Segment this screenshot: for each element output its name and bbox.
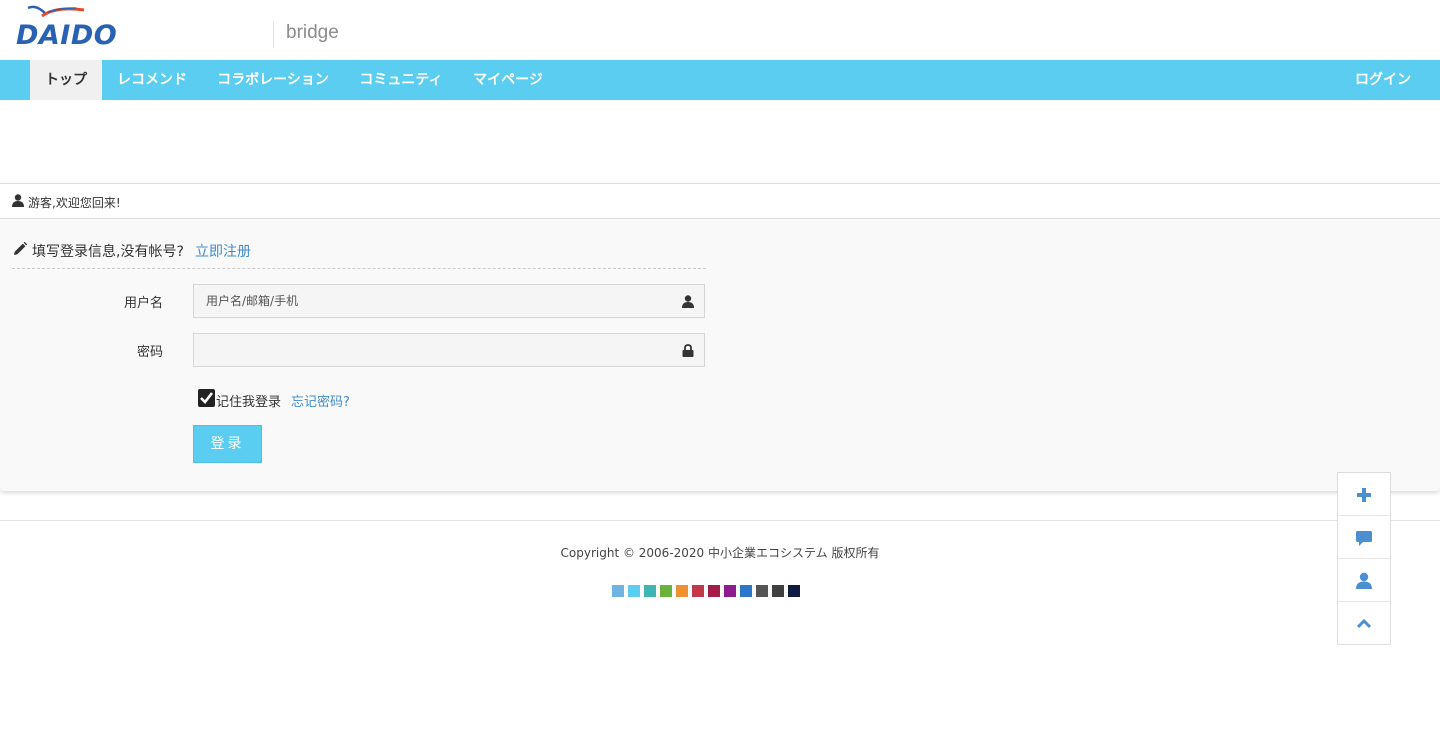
theme-color-swatch[interactable] [788,585,800,597]
float-scroll-top-button[interactable] [1338,602,1390,645]
float-comment-button[interactable] [1338,516,1390,559]
welcome-text: 游客,欢迎您回来! [28,196,121,210]
comment-icon [1356,531,1372,546]
theme-color-swatch[interactable] [708,585,720,597]
username-input[interactable] [194,285,674,317]
theme-color-swatch[interactable] [756,585,768,597]
logo-text: DAIDO [16,20,118,51]
login-submit-button[interactable]: 登录 [193,425,262,463]
copyright-text: Copyright © 2006-2020 中小企業エコシステム 版权所有 [560,546,880,560]
theme-color-swatch[interactable] [644,585,656,597]
plus-icon [1357,488,1371,502]
password-field-wrapper [193,333,705,367]
nav-item-top[interactable]: トップ [30,60,102,100]
site-header: DAIDO bridge [0,0,1440,60]
username-label: 用户名 [123,296,163,311]
checkmark-icon [200,392,214,404]
nav-item-community[interactable]: コミュニティ [344,60,458,100]
login-panel: 填写登录信息,没有帐号? 立即注册 用户名 密码 记住我登录 忘记密码? 登录 [0,219,1440,491]
nav-item-collaboration[interactable]: コラボレーション [202,60,344,100]
user-icon [1356,572,1372,589]
register-link[interactable]: 立即注册 [195,241,251,261]
theme-color-swatch[interactable] [740,585,752,597]
password-input[interactable] [194,334,674,366]
nav-item-recommend[interactable]: レコメンド [102,60,202,100]
main-navbar: トップ レコメンド コラボレーション コミュニティ マイページ ログイン [0,60,1440,100]
site-logo[interactable]: DAIDO [14,4,118,56]
user-icon [12,194,24,207]
float-user-button[interactable] [1338,559,1390,602]
welcome-bar: 游客,欢迎您回来! [0,183,1440,219]
theme-color-swatch[interactable] [724,585,736,597]
title-divider [12,268,706,269]
theme-color-swatch[interactable] [660,585,672,597]
nav-login-link[interactable]: ログイン [1340,60,1426,100]
theme-color-swatch[interactable] [612,585,624,597]
header-divider [273,22,274,48]
remember-me-checkbox[interactable] [198,389,215,407]
nav-item-mypage[interactable]: マイページ [458,60,558,100]
login-form-title: 填写登录信息,没有帐号? [32,244,184,260]
float-add-button[interactable] [1338,473,1390,516]
user-icon [682,295,694,308]
theme-color-swatch[interactable] [628,585,640,597]
footer-divider [0,520,1440,521]
forgot-password-link[interactable]: 忘记密码? [291,391,350,410]
theme-color-swatch[interactable] [676,585,688,597]
pencil-icon [14,242,27,255]
remember-me-label[interactable]: 记住我登录 [216,391,281,410]
chevron-up-icon [1356,618,1372,629]
password-label: 密码 [136,345,163,360]
theme-color-swatch[interactable] [772,585,784,597]
theme-color-swatch[interactable] [692,585,704,597]
site-name: bridge [286,22,339,43]
lock-icon [682,344,694,357]
username-field-wrapper [193,284,705,318]
floating-toolbar [1337,472,1391,645]
